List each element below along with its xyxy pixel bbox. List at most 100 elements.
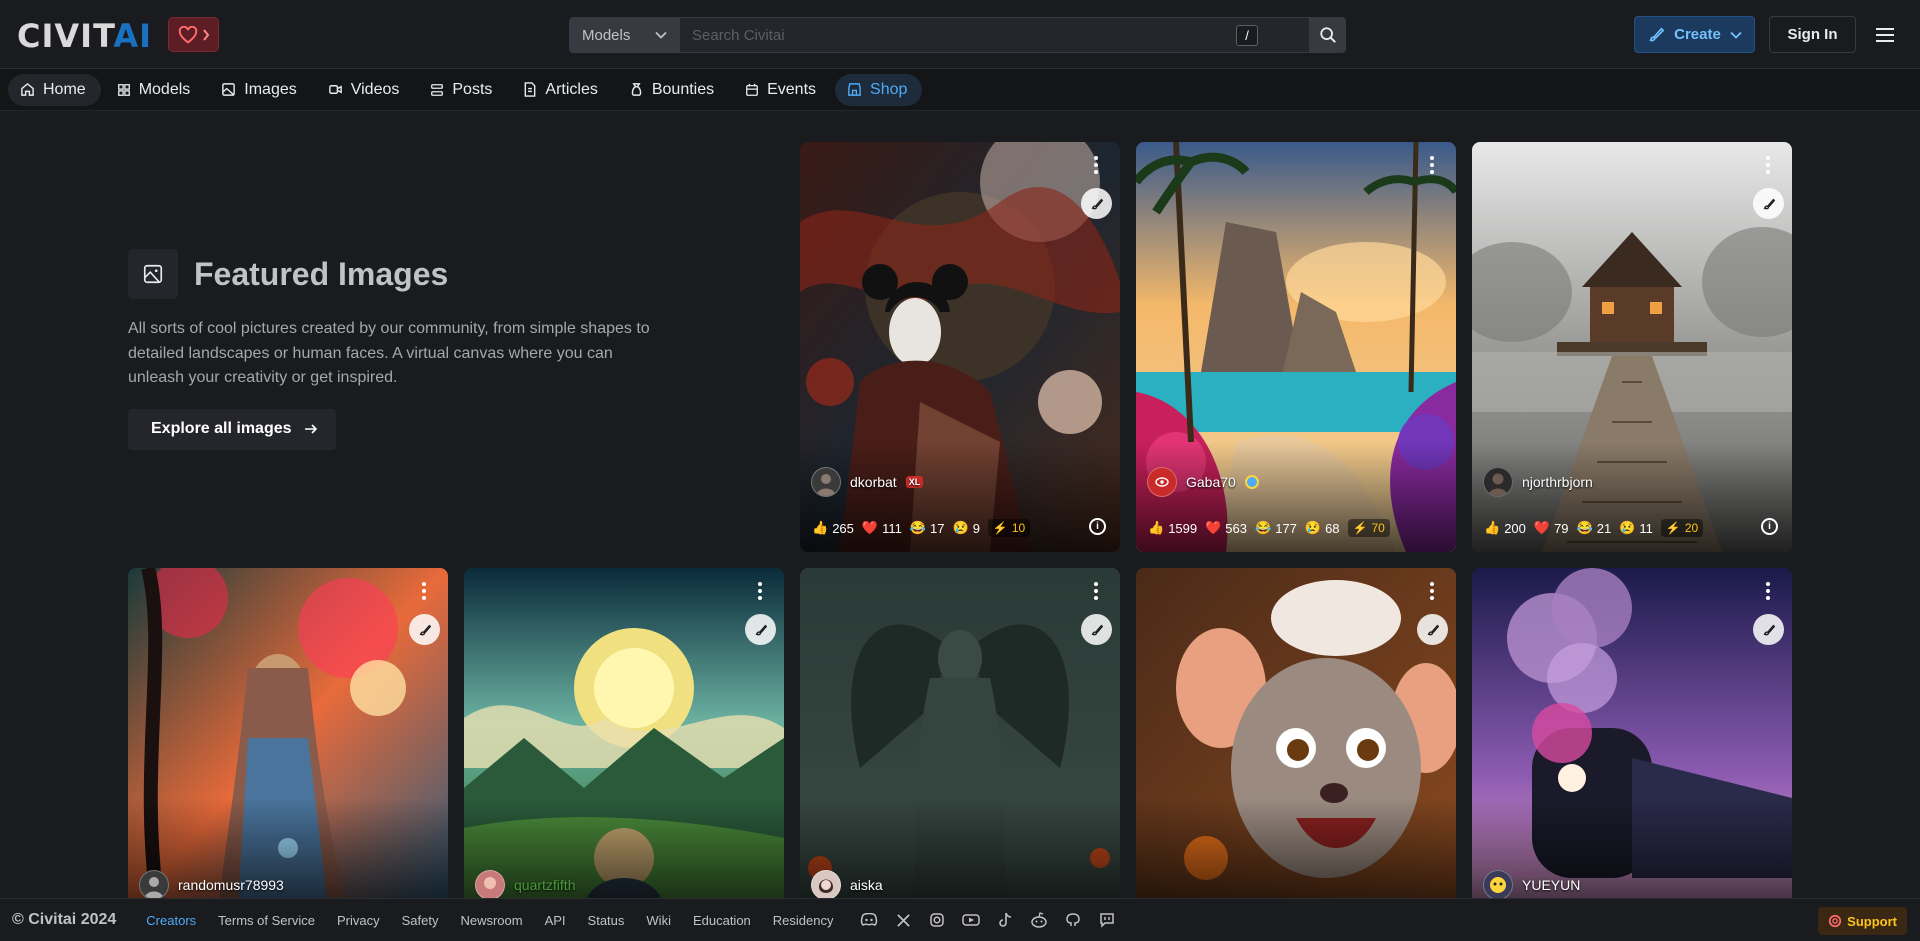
image-card[interactable]: aiska — [800, 568, 1120, 898]
footer-link-newsroom[interactable]: Newsroom — [460, 913, 522, 928]
reaction-heart[interactable]: ❤️ 79 — [1534, 520, 1569, 536]
card-menu-icon[interactable] — [750, 579, 770, 603]
image-card[interactable]: quartzfifth — [464, 568, 784, 898]
video-icon — [328, 85, 342, 94]
remix-icon[interactable] — [1753, 614, 1784, 645]
like-count: 200 — [1504, 520, 1526, 536]
info-icon[interactable]: i — [1761, 518, 1778, 535]
remix-icon[interactable] — [1417, 614, 1448, 645]
tiktok-icon[interactable] — [995, 910, 1015, 930]
discord-icon[interactable] — [859, 910, 879, 930]
reaction-bar: 👍 265 ❤️ 111 😂 17 😢 9 ⚡ 10 — [812, 519, 1031, 537]
nav-articles[interactable]: Articles — [511, 74, 612, 106]
remix-icon[interactable] — [745, 614, 776, 645]
card-menu-icon[interactable] — [1086, 153, 1106, 177]
hamburger-icon — [1876, 28, 1894, 42]
hamburger-menu-button[interactable] — [1870, 20, 1900, 50]
image-card[interactable]: njorthrbjorn 👍 200 ❤️ 79 😂 21 😢 11 ⚡ 20 i — [1472, 142, 1792, 552]
avatar — [475, 870, 505, 898]
image-card[interactable]: dkorbat XL 👍 265 ❤️ 111 😂 17 😢 9 ⚡ 10 i — [800, 142, 1120, 552]
footer-link-privacy[interactable]: Privacy — [337, 913, 380, 928]
like-count: 1599 — [1168, 520, 1198, 536]
card-user[interactable]: aiska — [811, 870, 883, 898]
nav-posts[interactable]: Posts — [418, 74, 507, 106]
image-card[interactable]: Gaba70 👍 1599 ❤️ 563 😂 177 😢 68 ⚡ 70 — [1136, 142, 1456, 552]
github-icon[interactable] — [1063, 910, 1083, 930]
remix-icon[interactable] — [1081, 188, 1112, 219]
remix-icon[interactable] — [1753, 188, 1784, 219]
arrow-right-icon — [304, 424, 317, 434]
remix-icon[interactable] — [1081, 614, 1112, 645]
footer-link-creators[interactable]: Creators — [146, 913, 196, 928]
image-card[interactable]: YUEYUN — [1472, 568, 1792, 898]
image-card[interactable]: randomusr78993 — [128, 568, 448, 898]
reaction-like[interactable]: 👍 200 — [1484, 520, 1526, 536]
card-menu-icon[interactable] — [1422, 153, 1442, 177]
card-user[interactable]: Gaba70 — [1147, 467, 1259, 497]
card-menu-icon[interactable] — [1758, 579, 1778, 603]
footer-link-safety[interactable]: Safety — [402, 913, 439, 928]
info-icon[interactable]: i — [1089, 518, 1106, 535]
footer-link-api[interactable]: API — [545, 913, 566, 928]
civitai-logo[interactable]: CIVITAI — [17, 19, 152, 53]
nav-videos[interactable]: Videos — [316, 74, 415, 106]
chat-icon[interactable] — [1097, 910, 1117, 930]
card-menu-icon[interactable] — [1758, 153, 1778, 177]
footer-link-wiki[interactable]: Wiki — [646, 913, 671, 928]
search-button[interactable] — [1310, 17, 1346, 53]
create-button[interactable]: Create — [1634, 16, 1755, 53]
laugh-count: 177 — [1275, 520, 1297, 536]
reaction-heart[interactable]: ❤️ 563 — [1205, 520, 1247, 536]
youtube-icon[interactable] — [961, 910, 981, 930]
heart-icon — [178, 25, 197, 44]
footer-link-residency[interactable]: Residency — [773, 913, 834, 928]
reddit-icon[interactable] — [1029, 910, 1049, 930]
reaction-cry[interactable]: 😢 9 — [953, 520, 980, 536]
footer-link-education[interactable]: Education — [693, 913, 751, 928]
search-input[interactable] — [680, 17, 1310, 53]
search-type-select[interactable]: Models — [569, 17, 680, 53]
shop-icon — [848, 83, 861, 96]
reaction-cry[interactable]: 😢 68 — [1305, 520, 1340, 536]
nav-models[interactable]: Models — [105, 74, 206, 106]
top-header: CIVITAI Models / Create Sign In — [0, 0, 1920, 69]
buzz-tip[interactable]: ⚡ 10 — [987, 519, 1031, 537]
nav-label: Shop — [870, 80, 908, 98]
footer-link-status[interactable]: Status — [588, 913, 625, 928]
footer-link-terms[interactable]: Terms of Service — [218, 913, 315, 928]
instagram-icon[interactable] — [927, 910, 947, 930]
image-card[interactable] — [1136, 568, 1456, 898]
card-menu-icon[interactable] — [1086, 579, 1106, 603]
nav-images[interactable]: Images — [209, 74, 311, 106]
card-user[interactable]: dkorbat XL — [811, 467, 924, 497]
card-user[interactable]: njorthrbjorn — [1483, 467, 1593, 497]
card-user[interactable]: randomusr78993 — [139, 870, 284, 898]
card-menu-icon[interactable] — [414, 579, 434, 603]
nav-bounties[interactable]: Bounties — [617, 74, 729, 106]
search-icon — [1320, 27, 1336, 43]
card-user[interactable]: quartzfifth — [475, 870, 575, 898]
nav-shop[interactable]: Shop — [835, 73, 923, 106]
card-menu-icon[interactable] — [1422, 579, 1442, 603]
sign-in-button[interactable]: Sign In — [1769, 16, 1856, 53]
reaction-like[interactable]: 👍 1599 — [1148, 520, 1197, 536]
buzz-tip[interactable]: ⚡ 70 — [1347, 519, 1390, 537]
reaction-like[interactable]: 👍 265 — [812, 520, 854, 536]
nav-home[interactable]: Home — [8, 73, 101, 106]
explore-all-images-button[interactable]: Explore all images — [128, 408, 336, 450]
card-user[interactable]: YUEYUN — [1483, 870, 1580, 898]
reaction-laugh[interactable]: 😂 17 — [910, 520, 945, 536]
reaction-laugh[interactable]: 😂 177 — [1255, 520, 1297, 536]
nav-label: Videos — [350, 80, 400, 98]
reaction-cry[interactable]: 😢 11 — [1619, 520, 1653, 536]
remix-icon[interactable] — [409, 614, 440, 645]
nav-label: Articles — [545, 80, 598, 98]
buzz-tip[interactable]: ⚡ 20 — [1660, 519, 1704, 537]
reaction-laugh[interactable]: 😂 21 — [1577, 520, 1612, 536]
support-heart-button[interactable] — [168, 17, 219, 52]
explore-label: Explore all images — [151, 420, 292, 437]
support-button[interactable]: Support — [1818, 907, 1907, 935]
x-icon[interactable] — [893, 910, 913, 930]
reaction-heart[interactable]: ❤️ 111 — [862, 520, 902, 536]
nav-events[interactable]: Events — [733, 74, 831, 106]
